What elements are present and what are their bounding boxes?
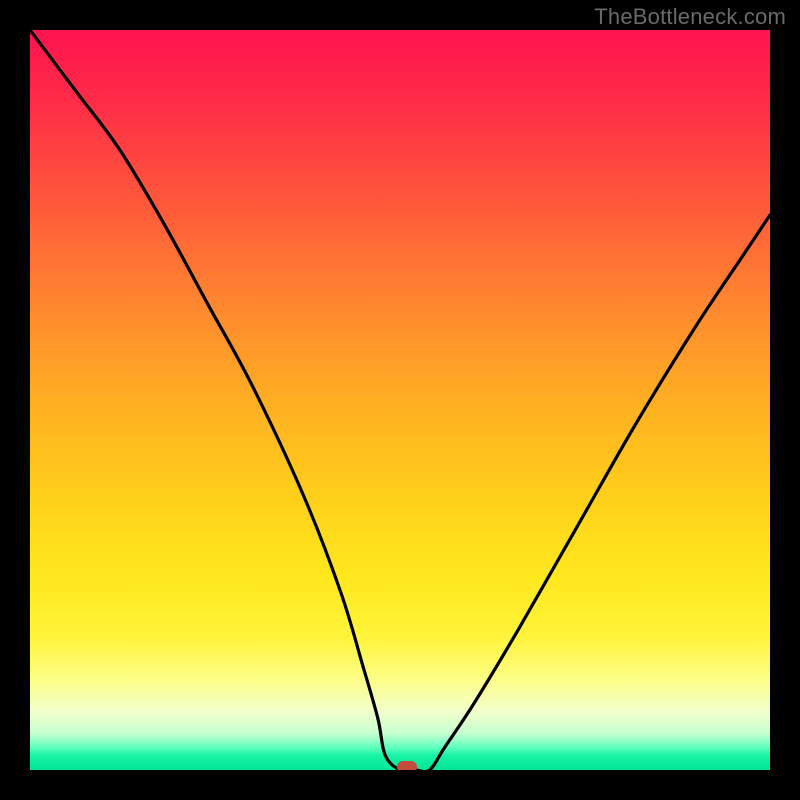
chart-frame: TheBottleneck.com (0, 0, 800, 800)
watermark-label: TheBottleneck.com (594, 4, 786, 30)
optimal-point-marker (397, 761, 417, 770)
bottleneck-curve (30, 30, 770, 770)
plot-area (30, 30, 770, 770)
